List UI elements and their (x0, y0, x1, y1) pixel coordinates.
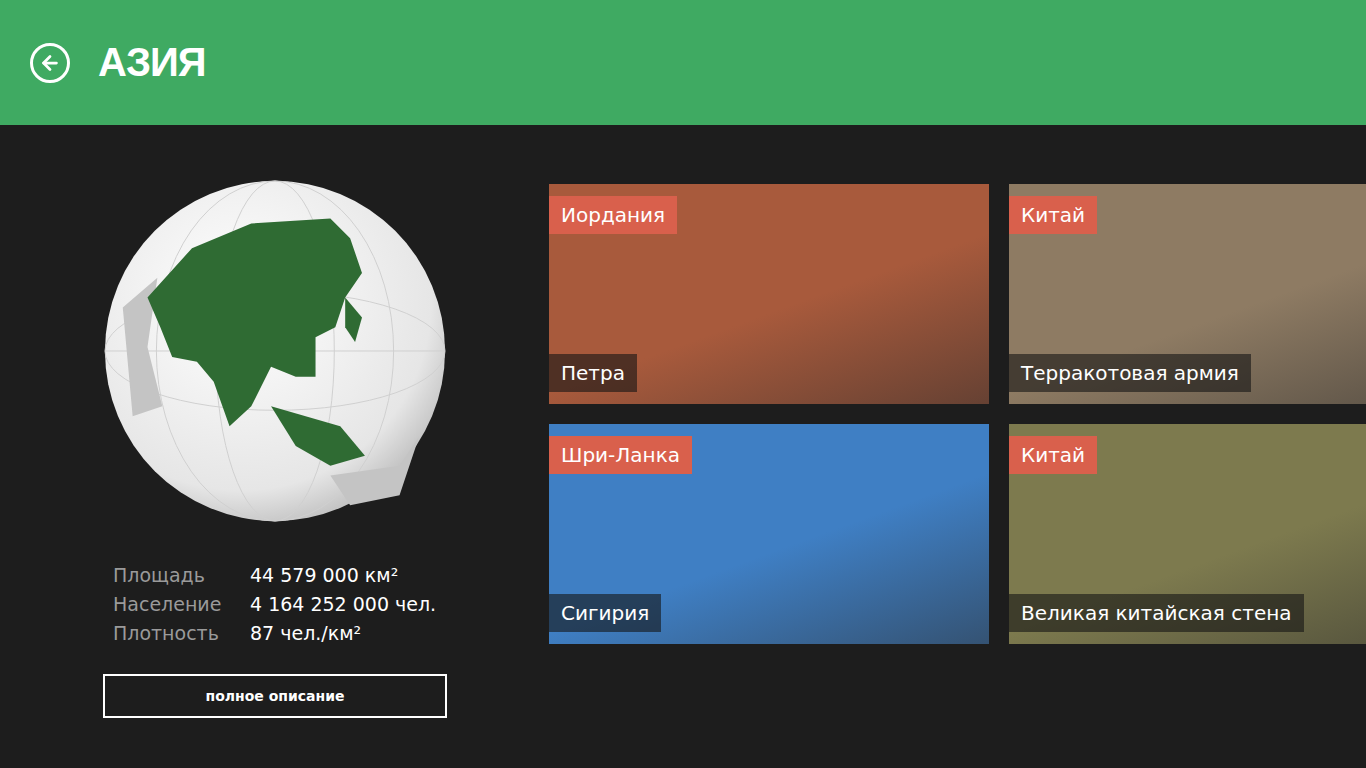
stat-value: 44 579 000 км² (250, 561, 447, 590)
stat-label: Плотность (113, 619, 250, 648)
landmark-tile[interactable]: Китай Великая китайская стена (1009, 424, 1366, 644)
globe-icon (103, 177, 447, 525)
stat-label: Население (113, 590, 250, 619)
landmark-name: Сигирия (549, 594, 661, 632)
country-tag: Китай (1009, 196, 1097, 234)
stats: Площадь44 579 000 км²Население4 164 252 … (103, 561, 447, 648)
landmark-name: Терракотовая армия (1009, 354, 1251, 392)
country-tag: Шри-Ланка (549, 436, 692, 474)
arrow-left-icon (39, 52, 61, 74)
header: АЗИЯ (0, 0, 1366, 125)
landmark-name: Петра (549, 354, 637, 392)
page-title: АЗИЯ (98, 40, 205, 85)
back-button[interactable] (30, 43, 70, 83)
landmark-tile[interactable]: Иордания Петра (549, 184, 989, 404)
landmark-name: Великая китайская стена (1009, 594, 1304, 632)
landmark-grid: Иордания Петра Китай Терракотовая армия Шри-… (549, 125, 1366, 768)
stat-value: 87 чел./км² (250, 619, 447, 648)
country-tag: Китай (1009, 436, 1097, 474)
stat-value: 4 164 252 000 чел. (250, 590, 447, 619)
country-tag: Иордания (549, 196, 677, 234)
continent-panel: Площадь44 579 000 км²Население4 164 252 … (103, 125, 447, 768)
stat-label: Площадь (113, 561, 250, 590)
content: Площадь44 579 000 км²Население4 164 252 … (0, 125, 1366, 768)
landmark-tile[interactable]: Китай Терракотовая армия (1009, 184, 1366, 404)
globe (103, 177, 447, 525)
description-button[interactable]: полное описание (103, 674, 447, 718)
landmark-tile[interactable]: Шри-Ланка Сигирия (549, 424, 989, 644)
page: АЗИЯ Площадь44 579 000 км²Население4 164 … (0, 0, 1366, 768)
